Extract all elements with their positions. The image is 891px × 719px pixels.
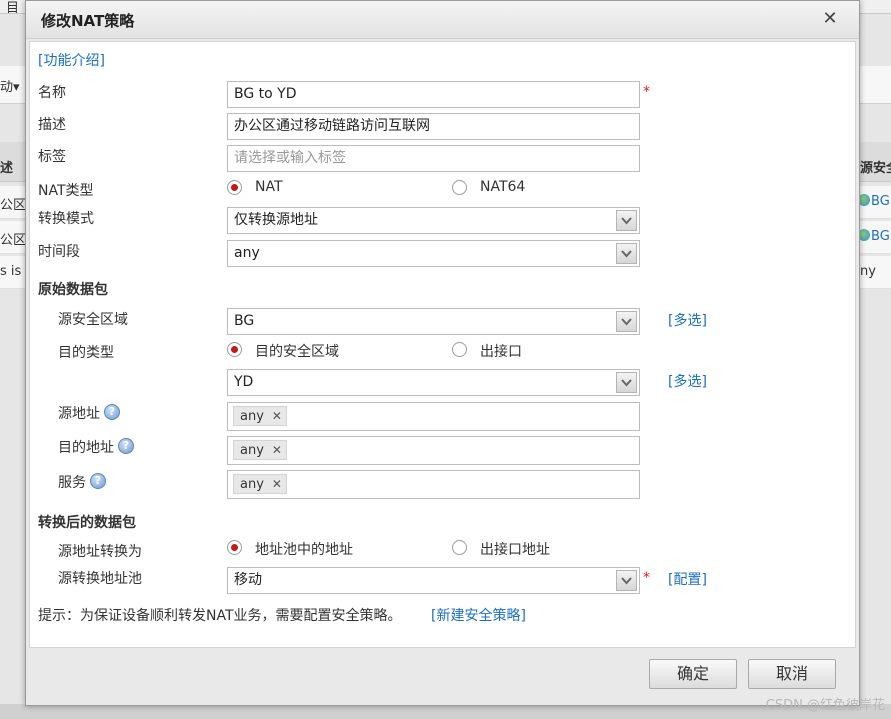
ok-button[interactable]: 确定	[649, 659, 737, 689]
close-icon[interactable]: ✕	[821, 9, 839, 29]
background-row-right: BG	[858, 229, 890, 244]
chevron-down-icon[interactable]	[616, 311, 637, 332]
background-row-right: ny	[860, 264, 876, 279]
dialog-title: 修改NAT策略	[41, 12, 135, 30]
tag-remove-icon[interactable]: ✕	[272, 407, 282, 425]
source-zone-value: BG	[234, 313, 255, 329]
tag-label: 标签	[38, 149, 66, 165]
original-packet-section-title: 原始数据包	[38, 282, 108, 298]
service-field[interactable]: any ✕	[227, 470, 640, 499]
source-pool-value: 移动	[234, 572, 262, 588]
description-field[interactable]: 办公区通过移动链路访问互联网	[227, 113, 640, 140]
nat-type-label: NAT类型	[38, 183, 94, 199]
destination-type-option-interface: 出接口	[480, 344, 522, 360]
tag-remove-icon[interactable]: ✕	[272, 475, 282, 493]
help-icon[interactable]: ?	[104, 404, 120, 420]
destination-address-tag: any ✕	[233, 440, 287, 460]
chevron-down-icon[interactable]	[616, 243, 637, 264]
background-row-left: 公区	[0, 233, 27, 248]
dialog-title-bar[interactable]: 修改NAT策略 ✕	[26, 1, 859, 39]
background-row-left: 公区	[0, 198, 27, 213]
help-icon[interactable]: ?	[90, 473, 106, 489]
time-range-select[interactable]: any	[227, 240, 640, 267]
required-mark: *	[643, 84, 650, 100]
source-zone-multi-select-link[interactable]: [多选]	[668, 310, 707, 330]
time-range-value: any	[234, 245, 260, 261]
background-header-left: 述	[0, 161, 14, 176]
source-address-field[interactable]: any ✕	[227, 402, 640, 431]
service-label: 服务	[58, 475, 86, 491]
background-row-left: s is	[0, 264, 22, 279]
new-security-policy-link[interactable]: [新建安全策略]	[431, 605, 526, 625]
chevron-down-icon[interactable]	[616, 570, 637, 591]
convert-mode-value: 仅转换源地址	[234, 212, 318, 228]
hint-text: 提示：为保证设备顺利转发NAT业务，需要配置安全策略。	[38, 608, 402, 624]
destination-type-radio-interface[interactable]	[452, 342, 467, 357]
name-label: 名称	[38, 85, 66, 101]
translated-packet-section-title: 转换后的数据包	[38, 515, 136, 531]
service-tag: any ✕	[233, 474, 287, 494]
edit-nat-policy-dialog: 修改NAT策略 ✕ [功能介绍] 名称 BG to YD * 描述 办公区通过移…	[25, 0, 860, 706]
tag-remove-icon[interactable]: ✕	[272, 441, 282, 459]
dialog-footer: 确定 取消	[26, 651, 859, 706]
destination-type-radio-zone[interactable]	[227, 342, 242, 357]
required-mark: *	[643, 570, 650, 586]
destination-address-field[interactable]: any ✕	[227, 436, 640, 465]
source-zone-select[interactable]: BG	[227, 308, 640, 335]
name-field[interactable]: BG to YD	[227, 81, 640, 108]
destination-type-option-zone: 目的安全区域	[255, 344, 339, 360]
convert-mode-label: 转换模式	[38, 211, 94, 227]
destination-zone-multi-select-link[interactable]: [多选]	[668, 371, 707, 391]
cancel-button[interactable]: 取消	[748, 659, 836, 689]
background-toolbar-text: 动▾	[0, 80, 20, 95]
source-pool-select[interactable]: 移动	[227, 567, 640, 594]
help-icon[interactable]: ?	[118, 438, 134, 454]
source-translate-option-pool: 地址池中的地址	[255, 542, 353, 558]
background-top-text: 目	[6, 1, 20, 16]
source-translate-radio-pool[interactable]	[227, 540, 242, 555]
destination-address-label: 目的地址	[58, 440, 114, 456]
tag-input[interactable]: 请选择或输入标签	[227, 145, 640, 172]
source-zone-label: 源安全区域	[58, 312, 128, 328]
watermark-text: CSDN @红色彼岸花	[765, 698, 885, 713]
background-row-right: BG	[858, 194, 890, 209]
chevron-down-icon[interactable]	[616, 210, 637, 231]
nat-type-radio-nat64[interactable]	[452, 180, 467, 195]
source-address-tag: any ✕	[233, 406, 287, 426]
time-range-label: 时间段	[38, 244, 80, 260]
source-pool-label: 源转换地址池	[58, 571, 142, 587]
source-translate-radio-interface[interactable]	[452, 540, 467, 555]
source-address-label: 源地址	[58, 406, 100, 422]
dialog-body: [功能介绍] 名称 BG to YD * 描述 办公区通过移动链路访问互联网 标…	[29, 41, 856, 648]
description-label: 描述	[38, 117, 66, 133]
chevron-down-icon[interactable]	[616, 372, 637, 393]
background-bottom-bar	[0, 704, 891, 719]
convert-mode-select[interactable]: 仅转换源地址	[227, 207, 640, 234]
configure-pool-link[interactable]: [配置]	[668, 569, 707, 589]
nat-type-option-nat: NAT	[255, 179, 283, 195]
feature-intro-link[interactable]: [功能介绍]	[38, 50, 105, 70]
source-translate-option-interface: 出接口地址	[480, 542, 550, 558]
destination-zone-value: YD	[234, 374, 254, 390]
destination-zone-select[interactable]: YD	[227, 369, 640, 396]
destination-type-label: 目的类型	[58, 345, 114, 361]
source-translate-label: 源地址转换为	[58, 544, 142, 560]
nat-type-option-nat64: NAT64	[480, 179, 526, 195]
background-header-right: 源安全	[860, 161, 891, 176]
nat-type-radio-nat[interactable]	[227, 180, 242, 195]
